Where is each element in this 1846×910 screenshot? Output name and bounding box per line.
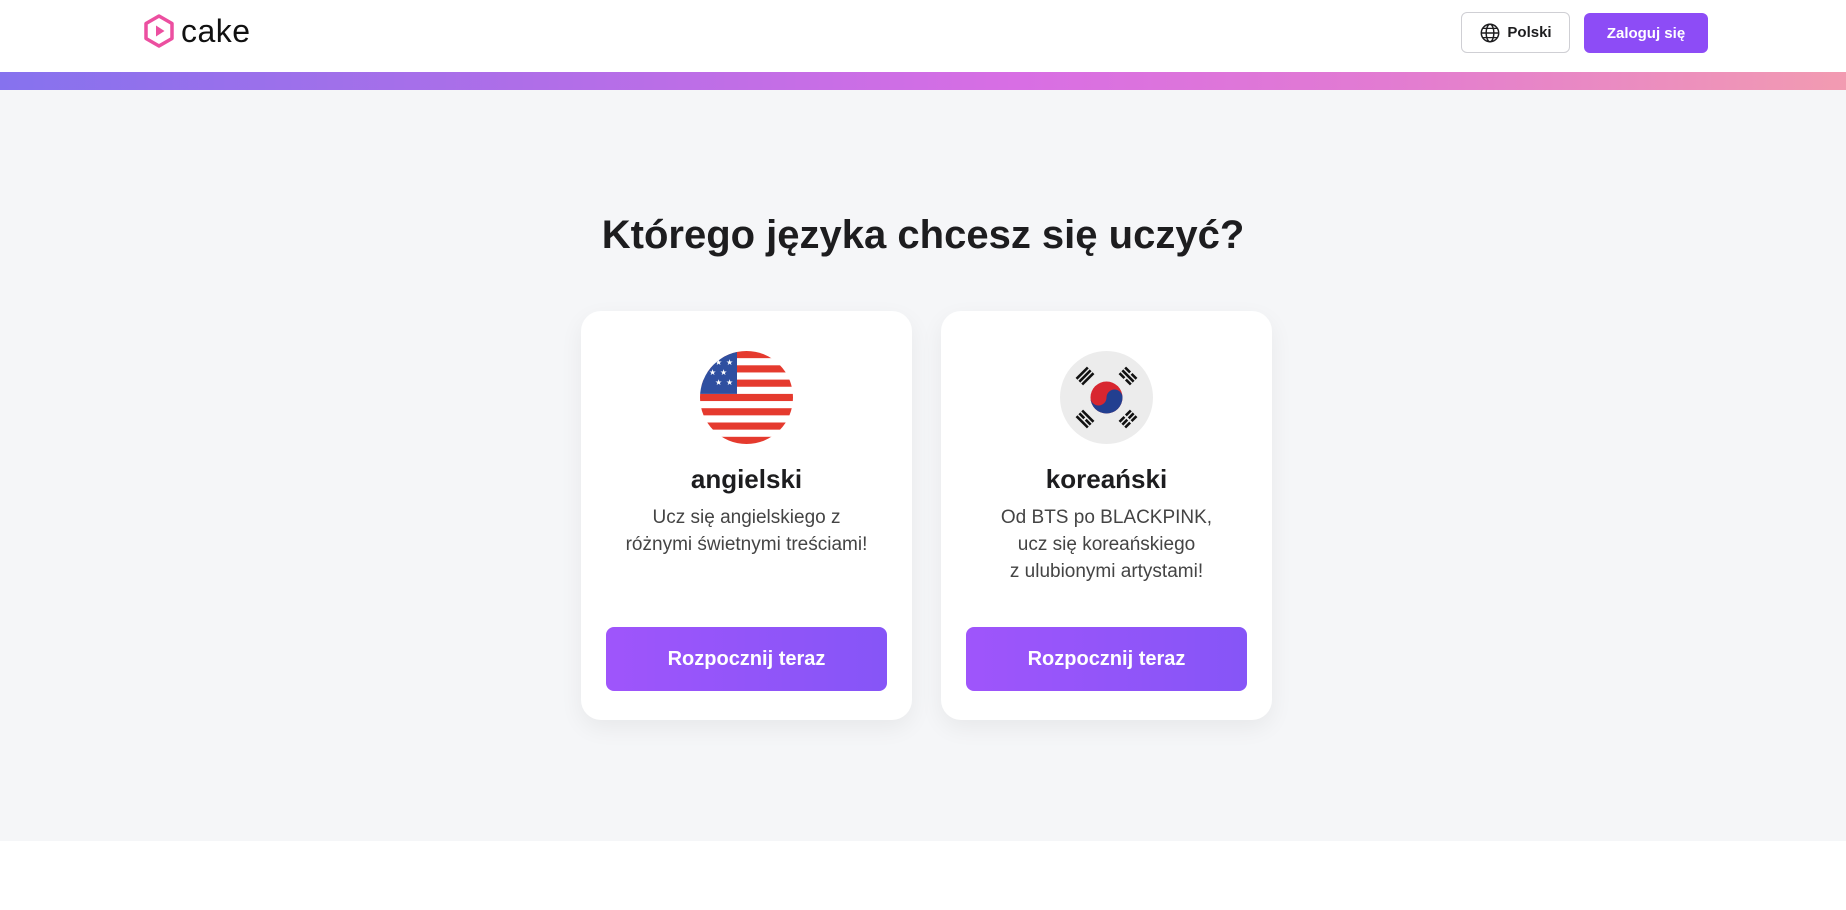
card-description: Ucz się angielskiego z różnymi świetnymi… [625,507,868,555]
globe-icon [1480,23,1500,42]
gradient-divider [0,72,1846,90]
hexagon-play-icon [144,14,174,48]
start-korean-button[interactable]: Rozpocznij teraz [966,627,1247,691]
card-title: koreański [1045,464,1168,494]
card-title: angielski [690,464,803,494]
login-button[interactable]: Zaloguj się [1584,13,1708,53]
card-description: Od BTS po BLACKPINK, ucz się koreańskieg… [1000,507,1213,582]
svg-text:★: ★ [720,368,727,377]
logo-text: cake [181,13,251,49]
svg-text:★: ★ [726,358,733,367]
us-flag-icon: ★ ★ ★ ★ ★ ★ [700,351,793,444]
svg-text:★: ★ [715,378,722,387]
svg-text:★: ★ [709,368,716,377]
logo[interactable]: cake [143,14,251,48]
page-title: Którego języka chcesz się uczyć? [601,213,1245,257]
main-content: Którego języka chcesz się uczyć? ★ ★ ★ ★ ★… [0,90,1846,841]
language-label: Polski [1507,24,1552,41]
header: cake Polski Zaloguj się [0,0,1846,72]
svg-text:★: ★ [715,358,722,367]
language-button[interactable]: Polski [1461,12,1570,53]
language-card-korean[interactable]: koreański Od BTS po BLACKPINK, ucz się k… [941,311,1272,720]
language-card-english[interactable]: ★ ★ ★ ★ ★ ★ angielski Ucz się angielskiego … [581,311,912,720]
korea-flag-icon [1060,351,1153,444]
svg-text:★: ★ [726,378,733,387]
start-english-button[interactable]: Rozpocznij teraz [606,627,887,691]
